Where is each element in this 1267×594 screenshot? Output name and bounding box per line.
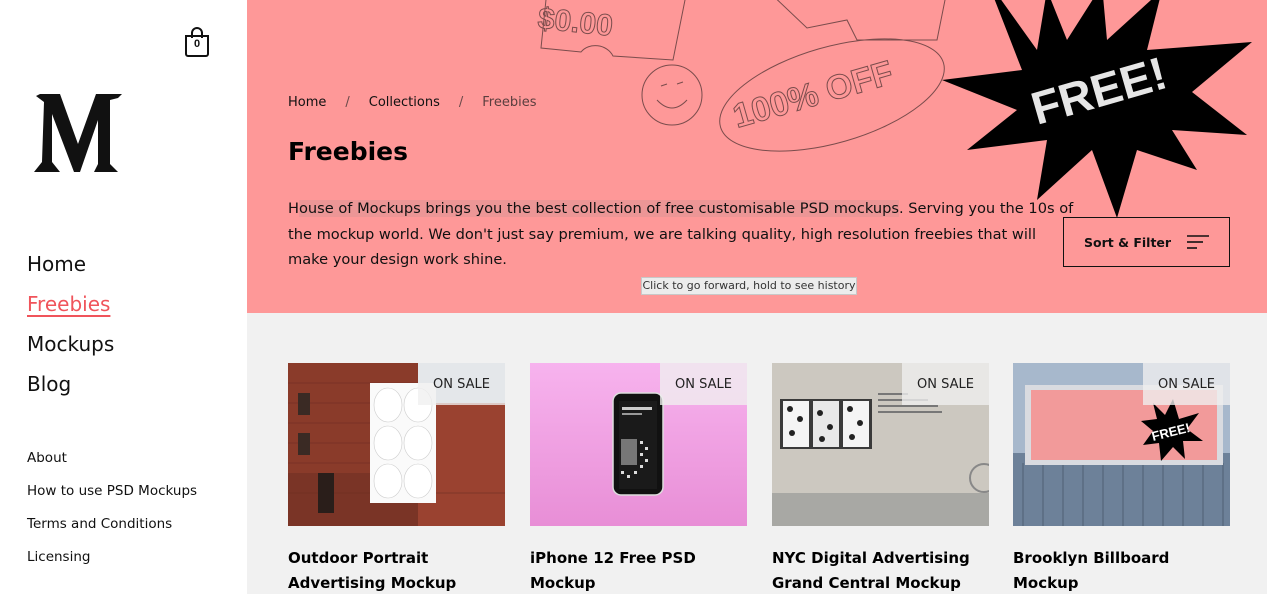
nav-item-blog[interactable]: Blog <box>27 372 114 412</box>
product-image-outdoor-portrait[interactable]: ON SALE <box>288 363 505 526</box>
main-navigation: Home Freebies Mockups Blog <box>27 252 114 412</box>
sort-filter-label: Sort & Filter <box>1084 234 1172 250</box>
product-image-iphone-12[interactable]: ON SALE <box>530 363 747 526</box>
product-card[interactable]: ON SALE iPhone 12 Free PSD Mockup <box>530 363 747 594</box>
nav-item-freebies[interactable]: Freebies <box>27 292 114 332</box>
product-title[interactable]: NYC Digital Advertising Grand Central Mo… <box>772 546 989 594</box>
breadcrumb-separator: / <box>458 95 464 110</box>
nav-item-home[interactable]: Home <box>27 252 114 292</box>
logo-mark <box>34 94 122 172</box>
on-sale-badge: ON SALE <box>902 363 989 405</box>
secondary-navigation: About How to use PSD Mockups Terms and C… <box>27 450 197 582</box>
breadcrumb: Home / Collections / Freebies <box>288 95 536 110</box>
product-title[interactable]: Brooklyn Billboard Mockup <box>1013 546 1230 594</box>
nav-item-mockups[interactable]: Mockups <box>27 332 114 372</box>
product-image-nyc-digital[interactable]: ON SALE <box>772 363 989 526</box>
breadcrumb-separator: / <box>345 95 350 110</box>
product-card[interactable]: ON SALE NYC Digital Advertising Grand Ce… <box>772 363 989 594</box>
nav-item-label[interactable]: Freebies <box>27 292 110 316</box>
product-card[interactable]: ON SALE Outdoor Portrait Advertising Moc… <box>288 363 505 594</box>
nav-link-licensing[interactable]: Licensing <box>27 549 197 582</box>
cart-button[interactable]: 0 <box>183 27 211 57</box>
nav-link-how-to-use[interactable]: How to use PSD Mockups <box>27 483 197 516</box>
page-title: Freebies <box>288 137 409 166</box>
on-sale-badge: ON SALE <box>418 363 505 405</box>
nav-item-label[interactable]: Mockups <box>27 332 114 356</box>
nav-link-about[interactable]: About <box>27 450 197 483</box>
on-sale-badge: ON SALE <box>660 363 747 405</box>
price-tag-text: $0.00 <box>536 2 614 43</box>
description-prefix: H <box>288 200 299 217</box>
product-image-brooklyn-billboard[interactable]: FREE! ON SALE <box>1013 363 1230 526</box>
breadcrumb-current: Freebies <box>482 95 537 110</box>
breadcrumb-collections[interactable]: Collections <box>369 95 440 110</box>
browser-tooltip: Click to go forward, hold to see history <box>641 277 857 295</box>
nav-item-label[interactable]: Home <box>27 252 86 276</box>
product-title[interactable]: Outdoor Portrait Advertising Mockup <box>288 546 505 594</box>
site-logo[interactable] <box>32 92 124 176</box>
product-title[interactable]: iPhone 12 Free PSD Mockup <box>530 546 747 594</box>
nav-link-terms[interactable]: Terms and Conditions <box>27 516 197 549</box>
on-sale-badge: ON SALE <box>1143 363 1230 405</box>
discount-text: 100% OFF <box>729 54 897 136</box>
description-highlight: ouse of Mockups brings you the best coll… <box>298 200 899 217</box>
main-content: $0.00 100% OFF FREE! Home / Collections … <box>247 0 1267 594</box>
cart-count: 0 <box>193 38 201 50</box>
collection-description: House of Mockups brings you the best col… <box>288 196 1078 273</box>
filter-lines-icon <box>1187 235 1209 249</box>
sort-filter-button[interactable]: Sort & Filter <box>1063 217 1230 267</box>
sidebar: 0 Home Freebies Mockups Blog About How t… <box>0 0 247 594</box>
collection-hero: $0.00 100% OFF FREE! Home / Collections … <box>247 0 1267 313</box>
nav-item-label[interactable]: Blog <box>27 372 71 396</box>
product-card[interactable]: FREE! ON SALE Brooklyn Billboard Mockup <box>1013 363 1230 594</box>
breadcrumb-home[interactable]: Home <box>288 95 326 110</box>
